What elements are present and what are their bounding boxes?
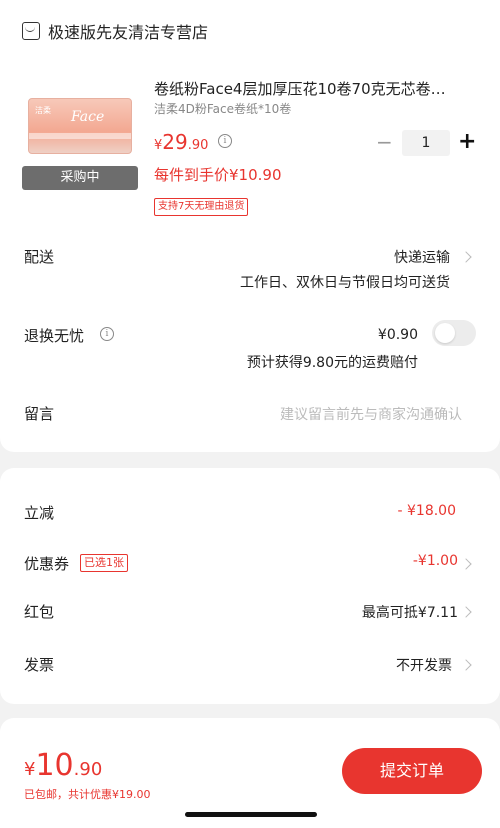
total-price: ¥10.90 <box>24 748 102 783</box>
price-integer: 29 <box>162 130 188 154</box>
shop-header[interactable]: 极速版先友清洁专营店 <box>22 18 208 44</box>
total-integer: 10 <box>35 748 74 783</box>
price-decimal: .90 <box>187 138 209 153</box>
product-image-brand: 洁柔 <box>35 106 51 115</box>
price-currency: ¥ <box>154 138 163 153</box>
return-policy-tag: 支持7天无理由退货 <box>154 198 249 216</box>
per-item-price: 每件到手价¥10.90 <box>154 166 282 184</box>
return-insurance-toggle[interactable] <box>432 320 476 346</box>
message-label: 留言 <box>24 405 55 423</box>
order-card: 极速版先友清洁专营店 洁柔 Face 采购中 卷纸粉Face4层加厚压花10卷7… <box>0 0 500 452</box>
chevron-right-icon[interactable] <box>460 659 472 671</box>
product-price: ¥29.90 <box>154 130 208 154</box>
product-image[interactable]: 洁柔 Face <box>22 84 140 166</box>
chevron-right-icon[interactable] <box>460 251 472 263</box>
total-summary: 已包邮，共计优惠¥19.00 <box>24 788 151 801</box>
red-packet-label: 红包 <box>24 603 55 621</box>
home-indicator <box>185 812 317 817</box>
chevron-right-icon[interactable] <box>460 558 472 570</box>
product-spec[interactable]: 洁柔4D粉Face卷纸*10卷 <box>154 100 291 117</box>
instant-discount-value: - ¥18.00 <box>397 503 457 519</box>
store-icon <box>22 22 40 40</box>
return-insurance-price: ¥0.90 <box>377 327 418 343</box>
red-packet-value[interactable]: 最高可抵¥7.11 <box>362 602 458 622</box>
tissue-pack-illustration: 洁柔 Face <box>28 98 132 154</box>
chevron-right-icon[interactable] <box>460 606 472 618</box>
discount-card: 立减 - ¥18.00 优惠券 已选1张 -¥1.00 红包 最高可抵¥7.11… <box>0 468 500 704</box>
info-icon[interactable]: i <box>218 134 232 148</box>
instant-discount-label: 立减 <box>24 504 55 522</box>
decrease-quantity-button[interactable]: − <box>376 132 393 152</box>
coupon-label: 优惠券 <box>24 555 70 573</box>
quantity-field[interactable]: 1 <box>402 130 450 156</box>
coupon-value[interactable]: -¥1.00 <box>413 553 458 569</box>
invoice-value[interactable]: 不开发票 <box>396 655 452 675</box>
return-insurance-note: 预计获得9.80元的运费赔付 <box>246 355 418 371</box>
product-title[interactable]: 卷纸粉Face4层加厚压花10卷70克无芯卷… <box>154 78 476 99</box>
message-input[interactable]: 建议留言前先与商家沟通确认 <box>280 404 462 424</box>
delivery-note: 工作日、双休日与节假日均可送货 <box>240 275 450 291</box>
total-currency: ¥ <box>24 759 36 780</box>
delivery-method[interactable]: 快递运输 <box>394 247 450 267</box>
info-icon[interactable]: i <box>100 327 114 341</box>
submit-order-button[interactable]: 提交订单 <box>342 748 482 794</box>
shop-name: 极速版先友清洁专营店 <box>48 23 209 42</box>
status-badge: 采购中 <box>22 166 138 190</box>
increase-quantity-button[interactable]: + <box>458 130 476 154</box>
coupon-selected-tag: 已选1张 <box>80 554 128 572</box>
total-decimal: .90 <box>73 759 103 780</box>
return-insurance-label: 退换无忧 <box>24 327 85 345</box>
product-image-logo: Face <box>71 109 105 125</box>
invoice-label: 发票 <box>24 656 55 674</box>
delivery-label: 配送 <box>24 248 55 266</box>
